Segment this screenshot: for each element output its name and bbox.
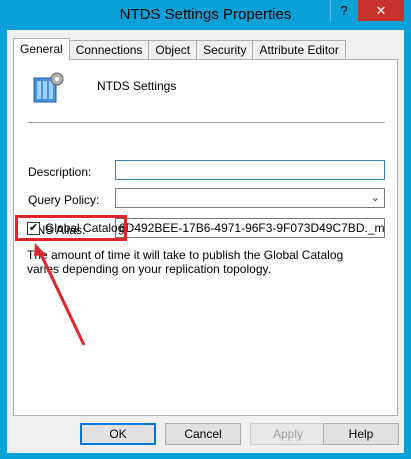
help-title-button[interactable]: ? [330,0,357,21]
dialog-client-area: General Connections Object Security Attr… [7,30,404,453]
help-button[interactable]: Help [323,423,399,445]
divider [28,122,385,123]
global-catalog-checkbox[interactable]: ✔ [27,221,40,235]
dns-alias-field[interactable]: 6D492BEE-17B6-4971-96F3-9F073D49C7BD._ms… [115,218,385,238]
description-input[interactable] [115,160,385,180]
cancel-button[interactable]: Cancel [165,423,241,445]
properties-window: NTDS Settings Properties ? ✕ General Con… [0,0,411,459]
tab-general[interactable]: General [13,38,70,60]
title-bar[interactable]: NTDS Settings Properties ? ✕ [0,0,411,30]
object-name: NTDS Settings [97,79,177,93]
tab-object[interactable]: Object [148,40,198,60]
checkmark-icon: ✔ [28,221,39,234]
tab-security[interactable]: Security [196,40,254,60]
dialog-button-row: OK Cancel Apply Help [7,423,404,447]
query-policy-select[interactable]: ⌄ [115,188,385,208]
close-button[interactable]: ✕ [358,0,404,21]
tab-attribute-editor[interactable]: Attribute Editor [252,40,346,60]
description-label: Description: [28,165,92,179]
global-catalog-info-text: The amount of time it will take to publi… [27,248,344,276]
chevron-down-icon: ⌄ [370,192,380,204]
global-catalog-label: Global Catalog [45,221,125,235]
tab-strip: General Connections Object Security Attr… [13,38,346,60]
tab-connections[interactable]: Connections [68,40,150,60]
query-policy-label: Query Policy: [28,193,100,207]
global-catalog-checkbox-row[interactable]: ✔ Global Catalog [27,221,124,235]
apply-button[interactable]: Apply [250,423,326,445]
ntds-settings-icon [33,72,64,103]
ok-button[interactable]: OK [80,423,156,445]
